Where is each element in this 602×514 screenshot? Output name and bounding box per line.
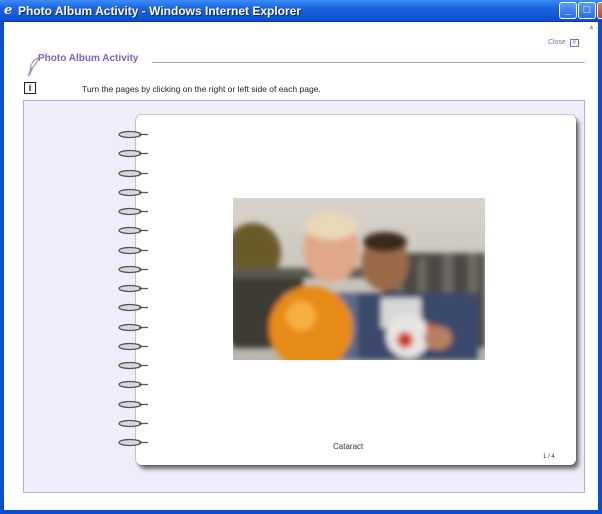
spiral-ring	[118, 130, 148, 139]
header-divider	[152, 62, 585, 63]
spiral-ring	[118, 227, 148, 235]
spiral-ring	[118, 284, 148, 293]
page-indicator: 1 / 4	[543, 454, 555, 460]
spiral-ring	[118, 304, 148, 312]
window-titlebar[interactable]: e Photo Album Activity - Windows Interne…	[0, 0, 602, 22]
page-title: Photo Album Activity	[38, 53, 139, 64]
scroll-up-arrow-icon[interactable]: ▲	[588, 24, 597, 33]
spiral-ring	[118, 323, 148, 331]
maximize-button[interactable]: □	[578, 2, 596, 19]
spiral-ring	[118, 438, 148, 447]
spiral-ring	[118, 150, 148, 158]
spiral-ring	[118, 419, 148, 427]
window-frame-left	[0, 22, 4, 514]
spiral-ring	[118, 207, 148, 216]
window-frame-right	[598, 22, 602, 514]
ie-icon: e	[4, 3, 13, 18]
close-link[interactable]: Close ✕	[548, 39, 579, 47]
album-photo	[233, 198, 485, 360]
close-link-label[interactable]: Close	[548, 39, 566, 46]
window-title: Photo Album Activity - Windows Internet …	[18, 4, 302, 18]
minimize-button[interactable]: _	[559, 2, 577, 19]
spiral-ring	[118, 265, 148, 273]
close-window-button[interactable]	[597, 2, 602, 19]
spiral-ring	[118, 169, 148, 177]
spiral-ring	[118, 361, 148, 370]
window-frame-bottom	[0, 510, 602, 514]
spiral-ring	[118, 342, 148, 350]
spiral-ring	[118, 188, 148, 196]
spiral-ring	[118, 246, 148, 254]
photo-caption: Cataract	[333, 442, 364, 451]
close-box-icon[interactable]: ✕	[569, 39, 579, 47]
info-icon[interactable]: i	[24, 82, 36, 94]
spiral-ring	[118, 381, 148, 389]
instructions-text: Turn the pages by clicking on the right …	[82, 84, 321, 94]
spiral-ring	[118, 400, 148, 408]
